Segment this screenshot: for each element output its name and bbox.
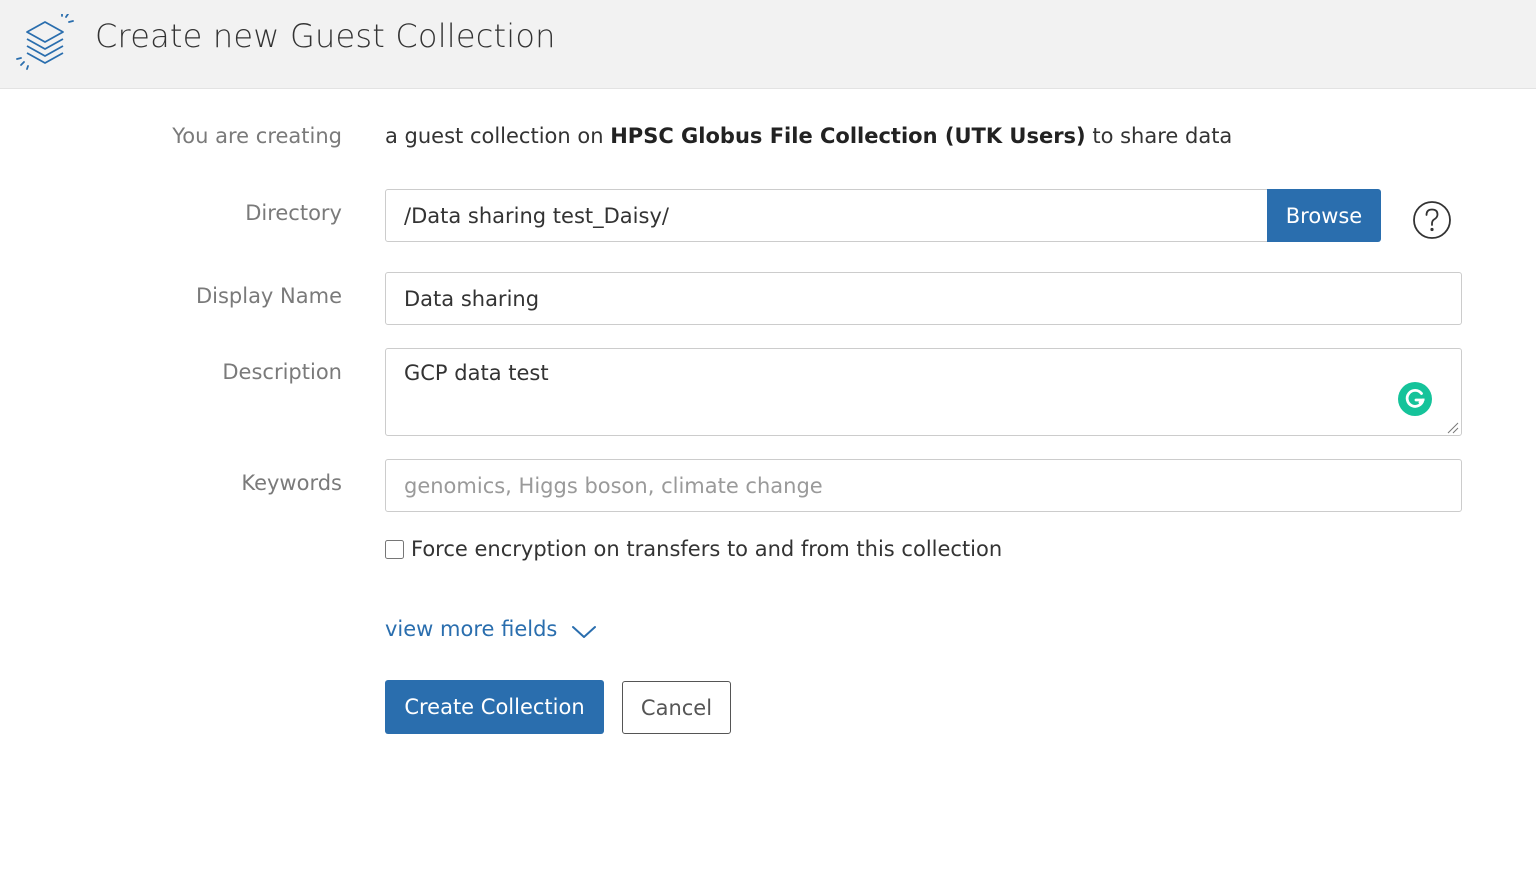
description-textarea[interactable]: GCP data test bbox=[385, 348, 1462, 436]
creating-prefix: a guest collection on bbox=[385, 124, 604, 148]
resize-handle-icon[interactable] bbox=[1446, 421, 1459, 434]
display-name-label: Display Name bbox=[195, 284, 342, 308]
page-title: Create new Guest Collection bbox=[95, 17, 556, 55]
description-label: Description bbox=[222, 360, 342, 384]
view-more-fields-link[interactable]: view more fields bbox=[385, 617, 557, 641]
creating-label: You are creating bbox=[172, 124, 342, 148]
grammarly-icon[interactable] bbox=[1397, 381, 1433, 417]
cancel-button[interactable]: Cancel bbox=[622, 681, 731, 734]
display-name-input[interactable] bbox=[385, 272, 1462, 325]
globus-layers-icon bbox=[16, 14, 74, 70]
directory-label: Directory bbox=[245, 201, 342, 225]
create-collection-button[interactable]: Create Collection bbox=[385, 680, 604, 734]
creating-suffix: to share data bbox=[1092, 124, 1233, 148]
directory-input[interactable] bbox=[385, 189, 1268, 242]
creating-summary: a guest collection on HPSC Globus File C… bbox=[385, 124, 1232, 148]
endpoint-name: HPSC Globus File Collection (UTK Users) bbox=[610, 124, 1086, 148]
chevron-down-icon[interactable] bbox=[571, 624, 597, 640]
browse-button[interactable]: Browse bbox=[1267, 189, 1381, 242]
page-header: Create new Guest Collection bbox=[0, 0, 1536, 89]
keywords-label: Keywords bbox=[241, 471, 342, 495]
question-circle-icon[interactable] bbox=[1410, 198, 1454, 242]
force-encryption-checkbox[interactable] bbox=[385, 540, 404, 559]
keywords-input[interactable] bbox=[385, 459, 1462, 512]
force-encryption-label[interactable]: Force encryption on transfers to and fro… bbox=[411, 537, 1002, 561]
